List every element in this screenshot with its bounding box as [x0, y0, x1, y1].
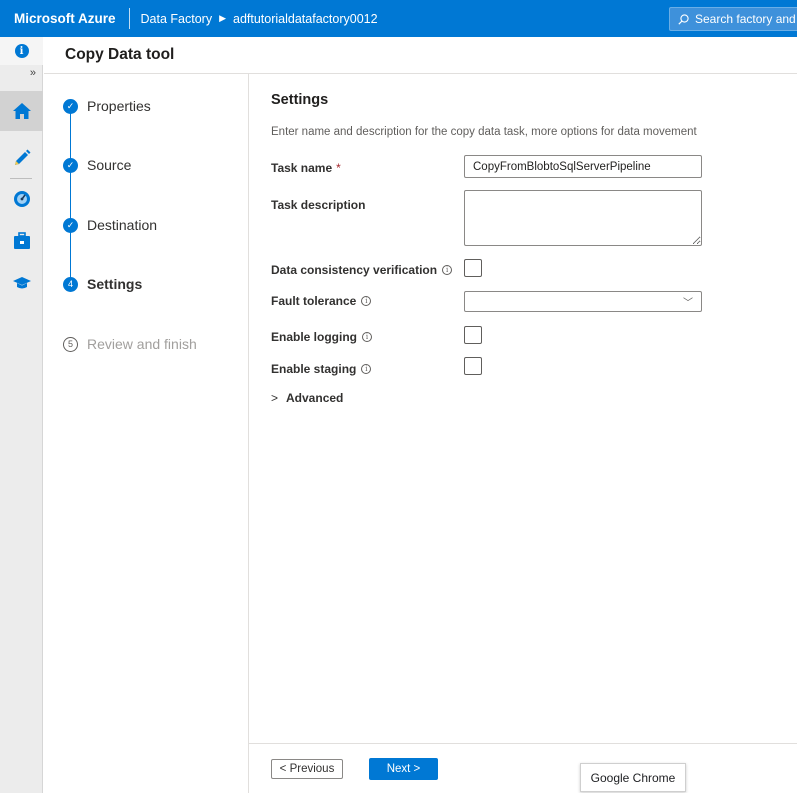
- section-title: Settings: [271, 92, 329, 108]
- step-label: Review and finish: [87, 336, 197, 352]
- task-name-label-text: Task name: [271, 161, 333, 175]
- step-properties[interactable]: ✓ Properties: [63, 98, 151, 114]
- step-check-icon: ✓: [63, 98, 78, 114]
- left-rail: i »: [0, 37, 43, 793]
- info-icon[interactable]: i: [442, 265, 453, 275]
- fault-tolerance-label-text: Fault tolerance: [271, 294, 357, 308]
- enable-logging-checkbox[interactable]: [464, 326, 482, 344]
- steps-panel-divider: [248, 74, 249, 793]
- footer-divider: [249, 743, 797, 744]
- previous-button[interactable]: < Previous: [271, 759, 343, 779]
- enable-staging-label-text: Enable staging: [271, 362, 357, 376]
- rail-learn-button[interactable]: [0, 263, 43, 303]
- step-review-and-finish[interactable]: 5 Review and finish: [63, 336, 197, 352]
- task-description-label: Task description: [271, 198, 366, 212]
- breadcrumb-service[interactable]: Data Factory: [141, 12, 213, 26]
- task-description-input[interactable]: [464, 190, 702, 246]
- data-consistency-label: Data consistency verification i: [271, 263, 453, 277]
- rail-monitor-button[interactable]: [0, 179, 43, 219]
- info-button[interactable]: i: [0, 37, 43, 65]
- task-name-input[interactable]: [464, 155, 702, 178]
- search-box[interactable]: Search factory and d: [669, 7, 797, 31]
- step-number-icon: 4: [63, 276, 78, 292]
- data-consistency-label-text: Data consistency verification: [271, 263, 438, 277]
- step-check-icon: ✓: [63, 217, 78, 233]
- steps-connector: [70, 113, 71, 291]
- rail-home-button[interactable]: [0, 91, 43, 131]
- breadcrumb-chevron-icon: ▶: [219, 13, 226, 23]
- enable-staging-label: Enable staging i: [271, 362, 372, 376]
- enable-logging-label-text: Enable logging: [271, 330, 357, 344]
- toolbox-icon: [13, 232, 30, 249]
- search-icon: [678, 13, 689, 25]
- enable-logging-label: Enable logging i: [271, 330, 372, 344]
- info-icon[interactable]: i: [361, 364, 372, 374]
- step-label: Properties: [87, 98, 151, 114]
- page-title: Copy Data tool: [65, 46, 175, 63]
- section-description: Enter name and description for the copy …: [271, 126, 697, 138]
- graduation-cap-icon: [12, 277, 31, 289]
- data-consistency-checkbox[interactable]: [464, 259, 482, 277]
- expand-rail-icon[interactable]: »: [30, 67, 36, 79]
- breadcrumb-factory[interactable]: adftutorialdatafactory0012: [233, 12, 378, 26]
- step-source[interactable]: ✓ Source: [63, 157, 131, 173]
- step-number-icon: 5: [63, 336, 78, 352]
- step-label: Source: [87, 157, 132, 173]
- step-check-icon: ✓: [63, 157, 78, 173]
- info-icon[interactable]: i: [361, 296, 372, 306]
- chevron-down-icon: ﹀: [683, 298, 693, 309]
- monitor-gauge-icon: [13, 191, 30, 207]
- enable-staging-checkbox[interactable]: [464, 357, 482, 375]
- step-label: Destination: [87, 217, 158, 233]
- advanced-toggle[interactable]: > Advanced: [271, 391, 343, 405]
- fault-tolerance-dropdown[interactable]: ﹀: [464, 291, 702, 312]
- next-button[interactable]: Next >: [369, 758, 438, 780]
- info-icon[interactable]: i: [362, 332, 372, 342]
- chevron-right-icon: >: [271, 391, 279, 405]
- top-bar: Microsoft Azure Data Factory ▶ adftutori…: [0, 0, 797, 37]
- advanced-label: Advanced: [286, 391, 344, 405]
- step-label: Settings: [87, 276, 143, 292]
- brand-title[interactable]: Microsoft Azure: [0, 11, 129, 26]
- rail-author-button[interactable]: [0, 137, 43, 177]
- header-divider: [44, 73, 797, 74]
- home-icon: [12, 103, 31, 119]
- task-name-label: Task name *: [271, 161, 341, 175]
- required-marker: *: [336, 161, 341, 175]
- rail-manage-button[interactable]: [0, 221, 43, 261]
- step-destination[interactable]: ✓ Destination: [63, 217, 157, 233]
- search-placeholder: Search factory and d: [695, 12, 797, 26]
- info-icon: i: [14, 44, 29, 58]
- chrome-tooltip: Google Chrome: [580, 763, 686, 792]
- fault-tolerance-label: Fault tolerance i: [271, 294, 372, 308]
- pencil-icon: [14, 149, 30, 165]
- brand-separator: [128, 8, 130, 29]
- step-settings[interactable]: 4 Settings: [63, 276, 142, 292]
